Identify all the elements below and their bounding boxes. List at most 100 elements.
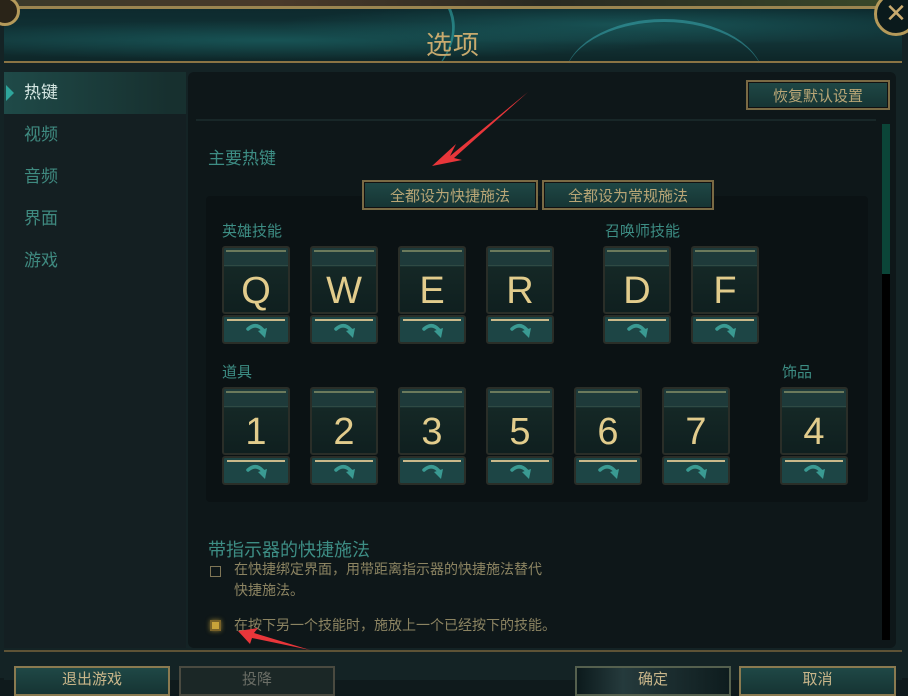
curved-arrow-icon [334,324,355,338]
sidebar-item-game[interactable]: 游戏 [4,240,186,282]
hotkey-letter: D [623,270,651,312]
hotkey-letter: E [419,270,445,312]
hotkey-items-5: 5 [486,387,554,486]
hotkey-letter: W [326,270,362,312]
quick-cast-indicator-option-text: 在快捷绑定界面，用带距离指示器的快捷施法替代 快捷施法。 [234,560,542,602]
window-header: 选项 [4,9,902,63]
set-all-normal-cast-button[interactable]: 全都设为常规施法 [542,180,714,210]
curved-arrow-icon [627,324,648,338]
hotkey-letter: 1 [245,411,267,453]
option-text-line: 快捷施法。 [234,583,304,599]
curved-arrow-icon [686,465,707,479]
cast-mode-toggle[interactable] [486,315,554,344]
hotkey-letter: F [713,270,737,312]
curved-arrow-icon [598,465,619,479]
curved-arrow-icon [510,465,531,479]
summoner-spells-label: 召唤师技能 [605,222,681,240]
hotkey-binding-button[interactable]: Q [222,246,290,314]
hotkey-binding-button[interactable]: 2 [310,387,378,455]
hotkey-binding-button[interactable]: R [486,246,554,314]
exit-game-button[interactable]: 退出游戏 [14,666,170,696]
hotkey-items-6: 6 [574,387,642,486]
curved-arrow-icon [715,324,736,338]
quick-cast-indicator-title: 带指示器的快捷施法 [208,540,370,561]
hotkey-items-7: 7 [662,387,730,486]
hotkey-champion-abilities-E: E [398,246,466,345]
divider [196,119,876,121]
cast-previous-ability-checkbox[interactable] [210,620,221,631]
trinket-label: 饰品 [782,363,813,381]
hotkey-binding-button[interactable]: 5 [486,387,554,455]
curved-arrow-icon [422,465,443,479]
hotkey-binding-button[interactable]: 7 [662,387,730,455]
cast-mode-toggle[interactable] [222,456,290,485]
hotkey-letter: 2 [333,411,355,453]
hotkey-binding-button[interactable]: E [398,246,466,314]
hotkey-trinket-4: 4 [780,387,848,486]
hotkeys-panel: 恢复默认设置 主要热键 全都设为快捷施法 全都设为常规施法 英雄技能 召唤师技能… [188,72,896,648]
scrollbar-thumb[interactable] [882,124,890,274]
cast-mode-toggle[interactable] [603,315,671,344]
hotkey-binding-button[interactable]: 6 [574,387,642,455]
cast-mode-toggle[interactable] [691,315,759,344]
hotkey-letter: 3 [421,411,443,453]
sidebar-item-interface[interactable]: 界面 [4,198,186,240]
cast-mode-toggle[interactable] [310,315,378,344]
cast-mode-toggle[interactable] [222,315,290,344]
cast-mode-toggle[interactable] [662,456,730,485]
hotkey-letter: R [506,270,534,312]
curved-arrow-icon [510,324,531,338]
hotkey-items-1: 1 [222,387,290,486]
curved-arrow-icon [246,465,267,479]
items-label: 道具 [222,363,253,381]
hotkey-binding-button[interactable]: F [691,246,759,314]
cast-mode-toggle[interactable] [398,456,466,485]
sidebar-item-sound[interactable]: 音频 [4,156,186,198]
hotkey-summoner-spells-D: D [603,246,671,345]
cast-previous-ability-option-text: 在按下另一个技能时，施放上一个已经按下的技能。 [234,618,556,634]
sidebar-item-label: 游戏 [24,251,58,271]
option-text-line: 在快捷绑定界面，用带距离指示器的快捷施法替代 [234,562,542,578]
hotkey-letter: 6 [597,411,619,453]
hotkey-letter: Q [241,270,271,312]
ok-button[interactable]: 确定 [575,666,731,696]
curved-arrow-icon [804,465,825,479]
sidebar-item-label: 音频 [24,167,58,187]
surrender-button[interactable]: 投降 [179,666,335,696]
hotkey-items-2: 2 [310,387,378,486]
active-marker-icon [6,85,14,101]
primary-hotkeys-title: 主要热键 [208,149,276,169]
hotkey-binding-button[interactable]: 4 [780,387,848,455]
window-title: 选项 [425,31,480,61]
cast-mode-toggle[interactable] [780,456,848,485]
hotkey-binding-button[interactable]: D [603,246,671,314]
cast-mode-toggle[interactable] [486,456,554,485]
curved-arrow-icon [334,465,355,479]
hotkey-summoner-spells-F: F [691,246,759,345]
sidebar-item-label: 界面 [24,209,58,229]
hotkey-champion-abilities-R: R [486,246,554,345]
hotkey-binding-button[interactable]: W [310,246,378,314]
cast-mode-toggle[interactable] [310,456,378,485]
hotkey-champion-abilities-Q: Q [222,246,290,345]
hotkey-letter: 5 [509,411,531,453]
set-all-quick-cast-button[interactable]: 全都设为快捷施法 [362,180,538,210]
cast-mode-toggle[interactable] [398,315,466,344]
hotkey-champion-abilities-W: W [310,246,378,345]
curved-arrow-icon [422,324,443,338]
sidebar-item-video[interactable]: 视频 [4,114,186,156]
hotkey-letter: 4 [803,411,825,453]
sidebar-item-label: 热键 [24,83,58,103]
footer-bar: 退出游戏 投降 确定 取消 [4,650,902,696]
quick-cast-indicator-checkbox[interactable] [210,566,221,577]
curved-arrow-icon [246,324,267,338]
hotkey-letter: 7 [685,411,707,453]
sidebar-item-hotkeys[interactable]: 热键 [4,72,186,114]
cast-mode-toggle[interactable] [574,456,642,485]
hotkey-binding-button[interactable]: 1 [222,387,290,455]
restore-defaults-button[interactable]: 恢复默认设置 [746,80,890,110]
hotkey-binding-button[interactable]: 3 [398,387,466,455]
cancel-button[interactable]: 取消 [739,666,896,696]
close-icon: ✕ [885,0,907,29]
sidebar-item-label: 视频 [24,125,58,145]
